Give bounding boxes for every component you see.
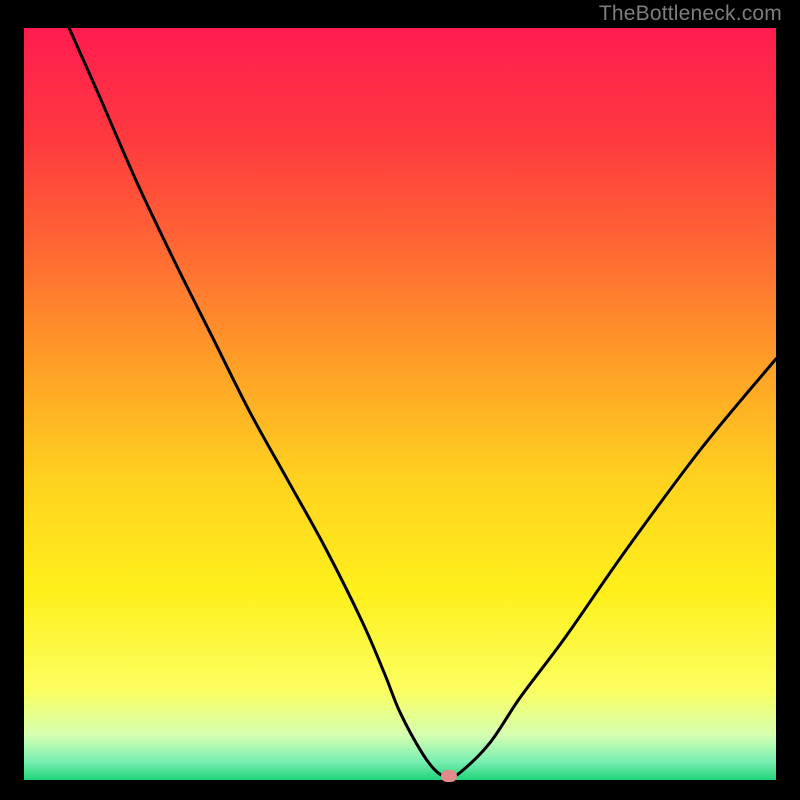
optimal-point-marker: [441, 770, 457, 782]
chart-svg: [24, 28, 776, 780]
chart-frame: TheBottleneck.com: [0, 0, 800, 800]
gradient-rect: [24, 28, 776, 780]
watermark-text: TheBottleneck.com: [599, 2, 782, 26]
plot-area: [24, 28, 776, 780]
